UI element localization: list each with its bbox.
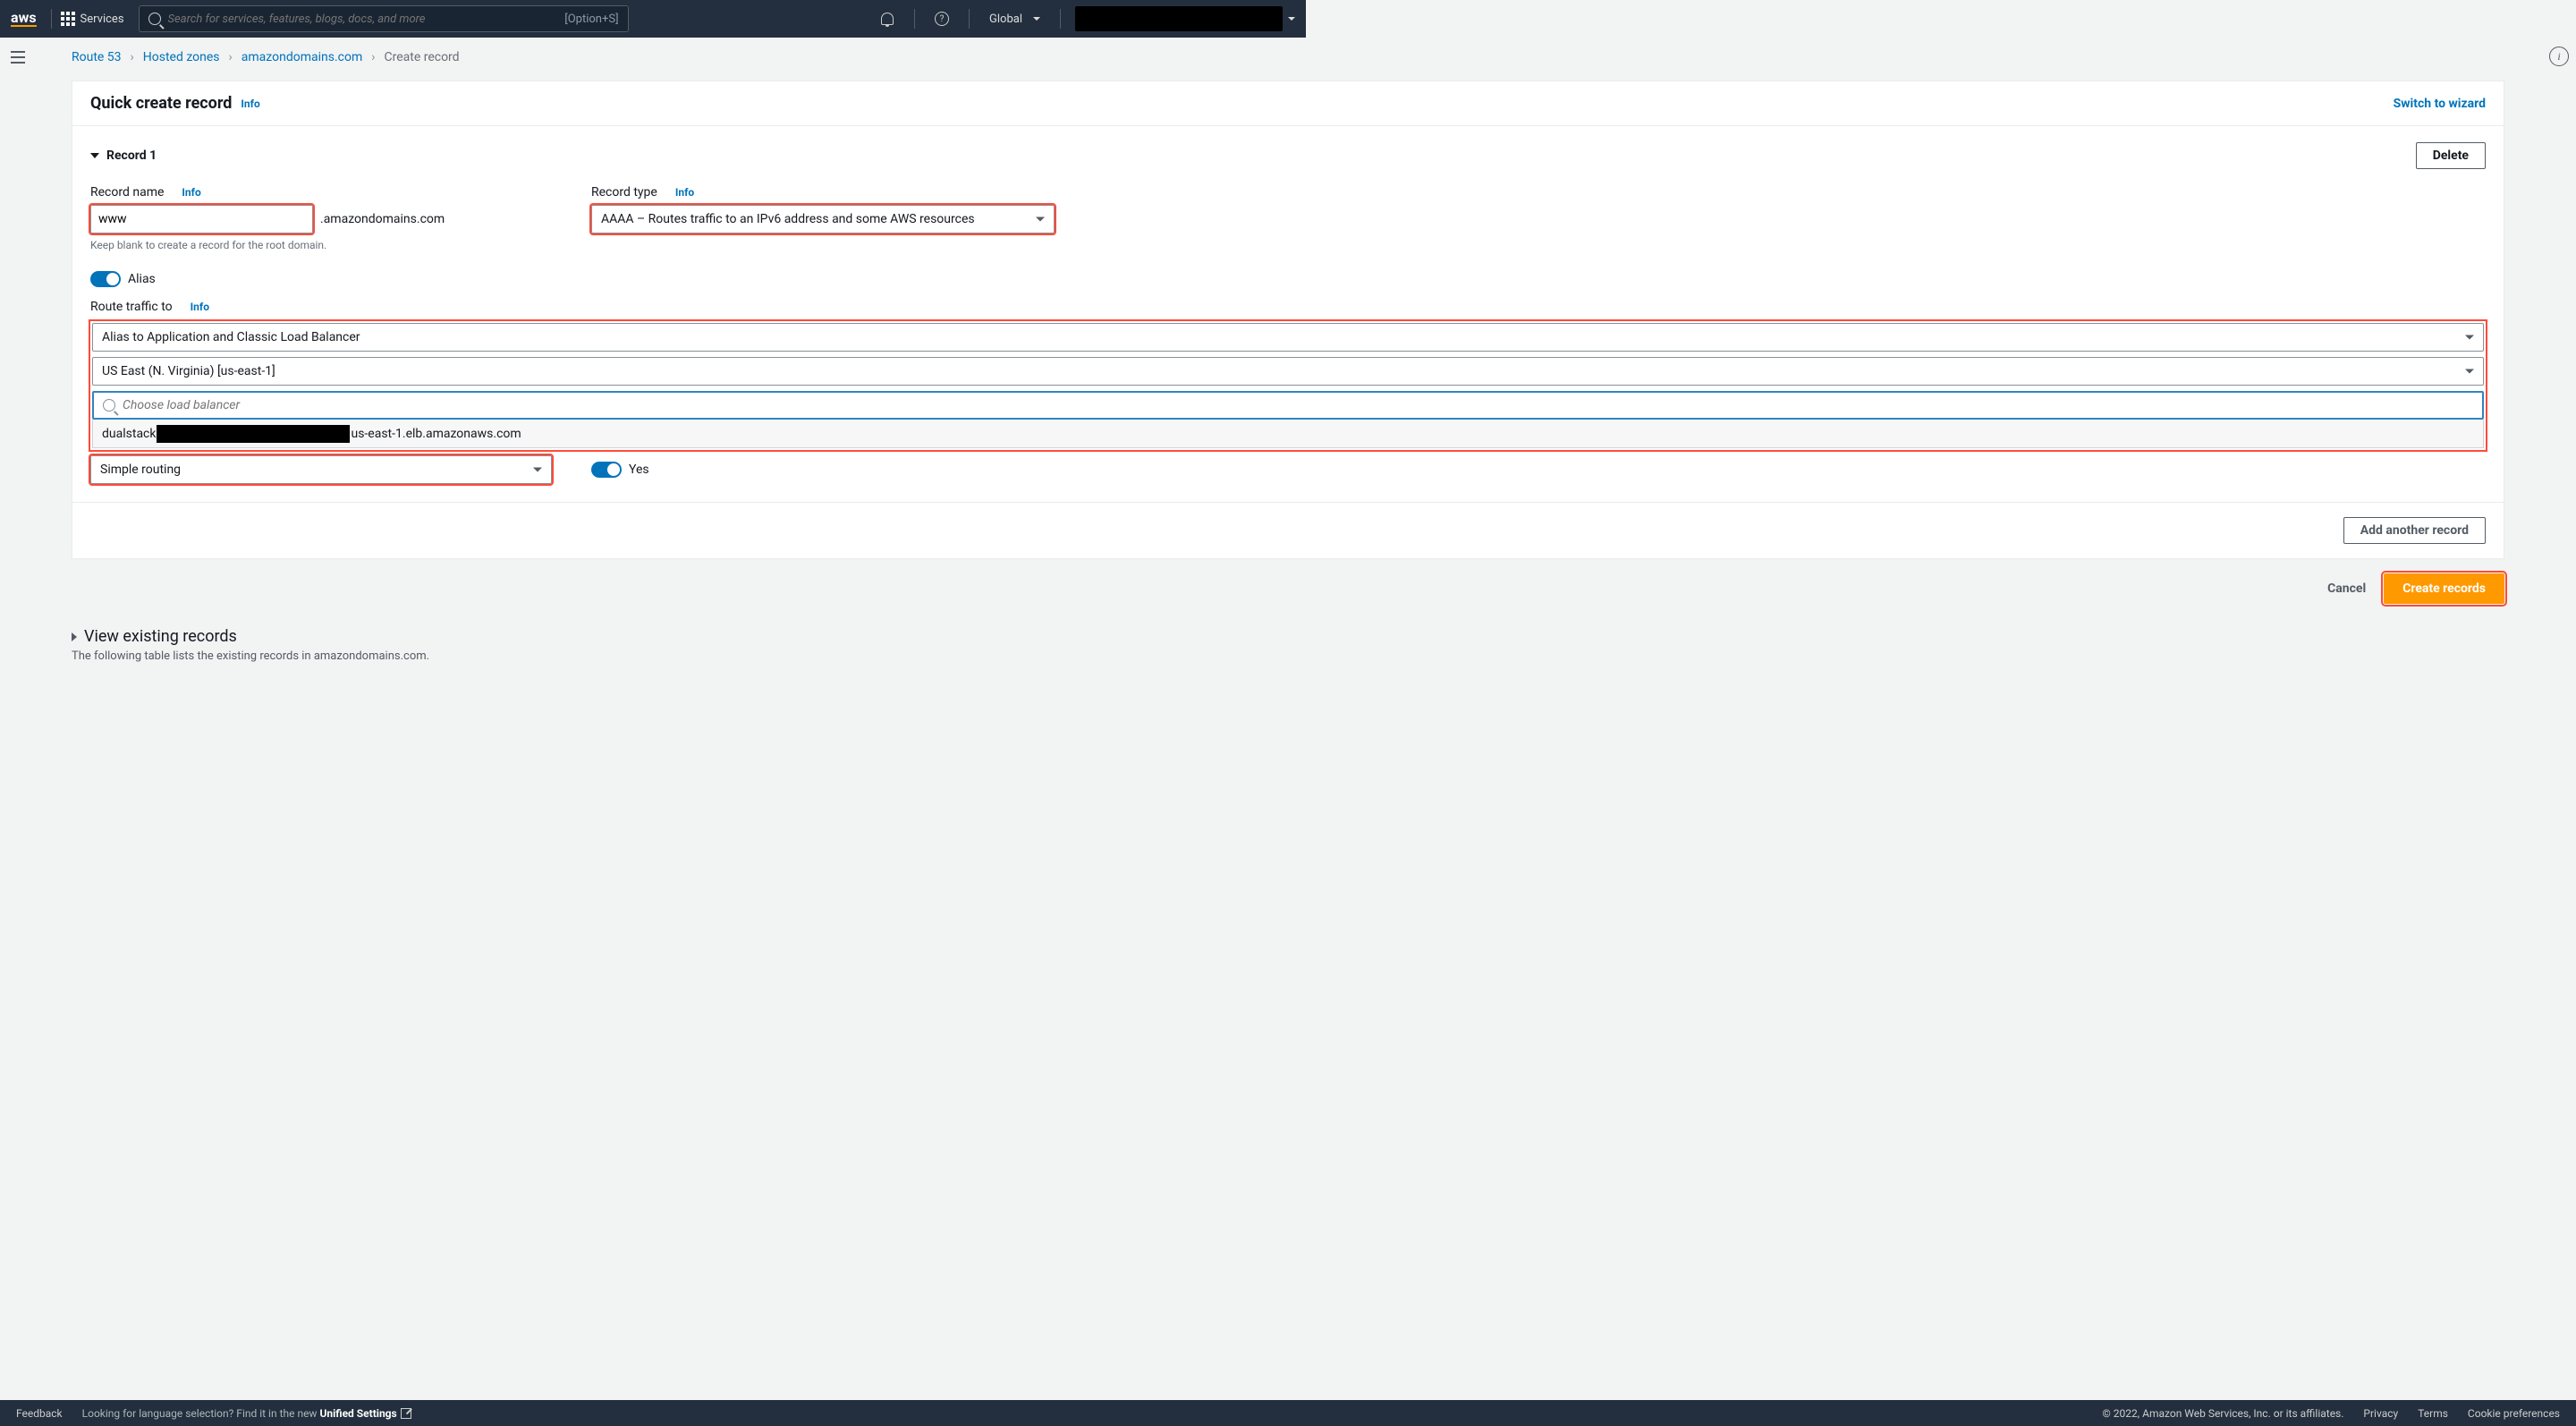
evaluate-health-row: Yes	[591, 462, 649, 478]
cookie-preferences-link[interactable]: Cookie preferences	[2468, 1407, 2560, 1420]
record-title: Record 1	[106, 149, 157, 163]
card-header: Quick create record Info Switch to wizar…	[72, 81, 2504, 126]
services-menu[interactable]: Services	[61, 12, 124, 26]
top-nav: aws Services [Option+S] ? Global	[0, 0, 1306, 38]
unified-settings-link[interactable]: Unified Settings	[319, 1407, 411, 1420]
domain-suffix: .amazondomains.com	[320, 212, 445, 226]
divider	[51, 9, 52, 29]
chevron-down-icon	[1036, 217, 1045, 222]
view-existing-desc: The following table lists the existing r…	[72, 649, 2504, 663]
routing-policy-select[interactable]: Simple routing	[90, 455, 552, 484]
lb-option-prefix: dualstack	[102, 427, 156, 441]
chevron-down-icon	[1288, 17, 1295, 21]
switch-to-wizard-link[interactable]: Switch to wizard	[2394, 97, 2486, 111]
view-existing-title: View existing records	[84, 627, 237, 646]
record-name-input[interactable]	[90, 205, 313, 233]
info-link[interactable]: Info	[675, 186, 694, 199]
delete-button[interactable]: Delete	[2416, 142, 2486, 169]
region-select[interactable]: US East (N. Virginia) [us-east-1]	[92, 357, 2484, 386]
region-selector[interactable]: Global	[979, 13, 1051, 26]
region-value: US East (N. Virginia) [us-east-1]	[102, 364, 275, 378]
chevron-down-icon	[533, 468, 542, 472]
global-search[interactable]: [Option+S]	[139, 5, 629, 32]
page-actions: Cancel Create records	[72, 573, 2504, 604]
load-balancer-search[interactable]	[92, 391, 2484, 420]
expand-icon	[72, 632, 77, 641]
route-traffic-group: Alias to Application and Classic Load Ba…	[90, 321, 2486, 450]
help-button[interactable]: ?	[924, 0, 960, 38]
routing-policy-value: Simple routing	[100, 463, 181, 477]
breadcrumb-link[interactable]: amazondomains.com	[242, 50, 362, 64]
view-existing-section: View existing records The following tabl…	[72, 627, 2504, 663]
route-traffic-label: Route traffic to	[90, 300, 173, 314]
add-another-record-button[interactable]: Add another record	[2343, 517, 2486, 544]
record-header: Record 1 Delete	[90, 142, 2486, 169]
alias-target-select[interactable]: Alias to Application and Classic Load Ba…	[92, 323, 2484, 352]
record-type-value: AAAA – Routes traffic to an IPv6 address…	[601, 212, 975, 226]
record-type-label: Record type	[591, 185, 657, 199]
breadcrumb: Route 53 › Hosted zones › amazondomains.…	[34, 38, 2542, 75]
chevron-down-icon	[2465, 369, 2474, 374]
privacy-link[interactable]: Privacy	[2363, 1407, 2398, 1420]
side-nav-toggle[interactable]	[7, 47, 29, 68]
info-link[interactable]: Info	[182, 186, 200, 199]
footer: Feedback Looking for language selection?…	[0, 1400, 2576, 1426]
chevron-down-icon	[2465, 335, 2474, 340]
alias-label: Alias	[128, 272, 156, 286]
divider	[1060, 9, 1061, 29]
account-menu[interactable]	[1075, 6, 1283, 31]
search-icon	[148, 13, 161, 25]
evaluate-health-label: Yes	[629, 463, 649, 477]
divider	[969, 9, 970, 29]
search-icon	[103, 399, 115, 412]
view-existing-toggle[interactable]: View existing records	[72, 627, 2504, 646]
divider	[914, 9, 915, 29]
chevron-right-icon: ›	[371, 50, 375, 64]
external-link-icon	[401, 1408, 411, 1419]
grid-icon	[61, 12, 75, 26]
aws-logo[interactable]: aws	[11, 11, 37, 27]
lb-option-suffix: us-east-1.elb.amazonaws.com	[351, 427, 521, 441]
lang-prompt: Looking for language selection? Find it …	[82, 1407, 411, 1420]
create-records-button[interactable]: Create records	[2384, 573, 2504, 604]
terms-link[interactable]: Terms	[2418, 1407, 2448, 1420]
redacted	[157, 425, 350, 443]
evaluate-health-toggle[interactable]	[591, 462, 622, 478]
info-link[interactable]: Info	[191, 301, 209, 313]
alias-toggle-row: Alias	[90, 271, 2486, 287]
record-name-hint: Keep blank to create a record for the ro…	[90, 239, 555, 251]
chevron-down-icon	[1033, 17, 1040, 21]
chevron-right-icon: ›	[229, 50, 233, 64]
chevron-right-icon: ›	[131, 50, 134, 64]
copyright: © 2022, Amazon Web Services, Inc. or its…	[2102, 1407, 2343, 1420]
collapse-icon[interactable]	[90, 153, 99, 158]
feedback-link[interactable]: Feedback	[16, 1407, 63, 1420]
breadcrumb-current: Create record	[384, 50, 459, 64]
record-type-select[interactable]: AAAA – Routes traffic to an IPv6 address…	[591, 205, 1055, 233]
info-link[interactable]: Info	[241, 98, 259, 110]
load-balancer-option[interactable]: dualstack us-east-1.elb.amazonaws.com	[92, 420, 2484, 448]
search-input[interactable]	[168, 13, 565, 26]
help-icon: ?	[935, 12, 949, 26]
notifications-button[interactable]	[869, 0, 905, 38]
page-title: Quick create record	[90, 94, 232, 113]
search-shortcut: [Option+S]	[564, 13, 618, 26]
card-footer: Add another record	[72, 502, 2504, 558]
breadcrumb-link[interactable]: Route 53	[72, 50, 122, 64]
cancel-button[interactable]: Cancel	[2327, 581, 2366, 596]
breadcrumb-link[interactable]: Hosted zones	[143, 50, 220, 64]
quick-create-card: Quick create record Info Switch to wizar…	[72, 81, 2504, 559]
load-balancer-input[interactable]	[123, 398, 2473, 412]
info-panel-toggle[interactable]: i	[2549, 47, 2569, 66]
record-name-label: Record name	[90, 185, 164, 199]
bell-icon	[881, 13, 894, 25]
alias-target-value: Alias to Application and Classic Load Ba…	[102, 330, 360, 344]
alias-toggle[interactable]	[90, 271, 121, 287]
region-label: Global	[989, 13, 1022, 26]
services-label: Services	[80, 13, 124, 26]
